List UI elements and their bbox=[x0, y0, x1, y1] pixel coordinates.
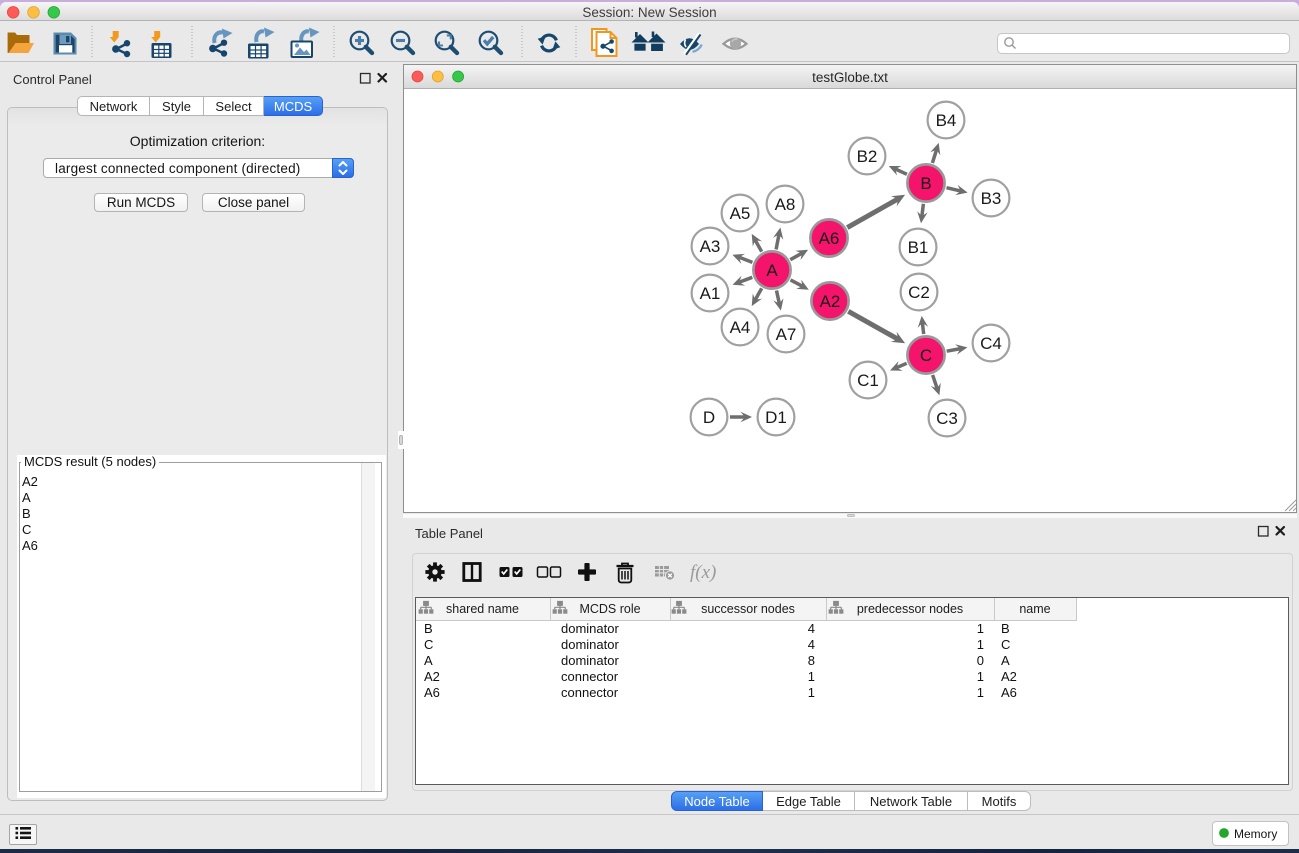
svg-text:A4: A4 bbox=[730, 318, 751, 337]
svg-text:B: B bbox=[920, 174, 931, 193]
svg-text:B2: B2 bbox=[857, 147, 878, 166]
svg-text:C2: C2 bbox=[908, 283, 930, 302]
svg-text:B1: B1 bbox=[908, 238, 929, 257]
svg-text:A7: A7 bbox=[776, 325, 797, 344]
svg-text:B3: B3 bbox=[981, 189, 1002, 208]
svg-text:A: A bbox=[766, 261, 778, 280]
svg-text:A3: A3 bbox=[700, 237, 721, 256]
svg-text:f(x): f(x) bbox=[690, 562, 716, 583]
svg-text:C1: C1 bbox=[857, 371, 879, 390]
svg-text:B4: B4 bbox=[936, 111, 957, 130]
svg-text:D: D bbox=[703, 408, 715, 427]
svg-text:A6: A6 bbox=[819, 229, 840, 248]
svg-text:A2: A2 bbox=[820, 292, 841, 311]
svg-text:A1: A1 bbox=[700, 284, 721, 303]
svg-text:D1: D1 bbox=[765, 408, 787, 427]
svg-text:C4: C4 bbox=[980, 334, 1002, 353]
svg-text:A5: A5 bbox=[730, 204, 751, 223]
svg-text:A8: A8 bbox=[775, 195, 796, 214]
svg-text:C: C bbox=[920, 346, 932, 365]
svg-text:C3: C3 bbox=[936, 409, 958, 428]
